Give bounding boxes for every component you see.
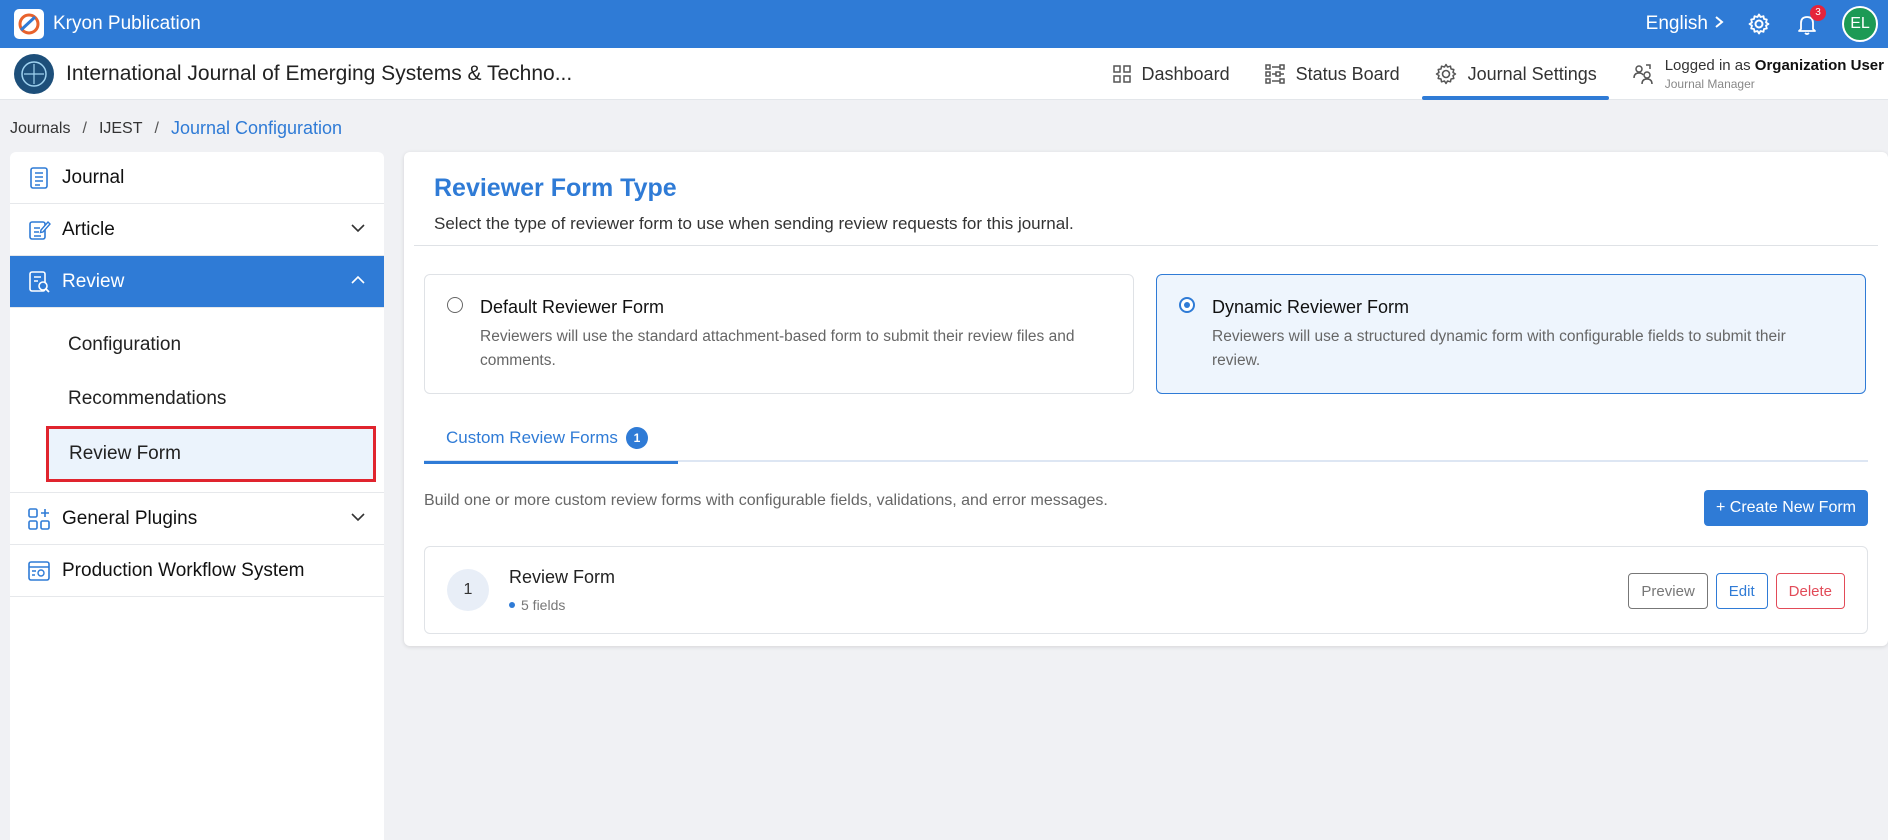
user-role: Journal Manager <box>1664 77 1755 91</box>
nav-status-board[interactable]: Status Board <box>1252 48 1412 100</box>
sidebar-item-article[interactable]: Article <box>10 204 384 256</box>
sidebar-subitem-recommendations[interactable]: Recommendations <box>10 372 384 426</box>
journal-title: International Journal of Emerging System… <box>66 61 573 85</box>
option-title: Dynamic Reviewer Form <box>1212 297 1410 317</box>
user-avatar[interactable]: EL <box>1842 6 1878 42</box>
sidebar-item-production-workflow[interactable]: Production Workflow System <box>10 545 384 597</box>
workflow-settings-icon <box>26 558 52 584</box>
sidebar-item-general-plugins[interactable]: General Plugins <box>10 493 384 545</box>
sidebar-item-label: Article <box>62 218 115 240</box>
user-switch-icon <box>1632 64 1653 85</box>
sidebar-item-label: Production Workflow System <box>62 559 305 581</box>
review-submenu: Configuration Recommendations Review For… <box>10 308 384 493</box>
tab-custom-review-forms[interactable]: Custom Review Forms 1 <box>424 414 678 464</box>
form-fields-label: 5 fields <box>521 597 566 613</box>
tab-count-badge: 1 <box>625 427 648 449</box>
language-label: English <box>1645 13 1708 34</box>
sidebar-subitem-review-form[interactable]: Review Form <box>46 426 376 482</box>
breadcrumb-separator: / <box>82 119 87 137</box>
brand[interactable]: Kryon Publication <box>14 9 201 39</box>
sidebar-item-label: Review <box>62 270 125 292</box>
logged-in-prefix: Logged in as <box>1664 57 1751 74</box>
nav-journal-settings-label: Journal Settings <box>1467 63 1597 84</box>
notification-bell-icon[interactable]: 3 <box>1794 5 1826 37</box>
journal-document-icon <box>26 165 52 191</box>
app-name: Kryon Publication <box>53 13 201 34</box>
settings-gear-icon[interactable] <box>1746 11 1772 37</box>
journal-settings-gear-icon <box>1435 63 1456 85</box>
tabs: Custom Review Forms 1 <box>424 414 1868 464</box>
build-description: Build one or more custom review forms wi… <box>424 492 1108 509</box>
form-field-count: 5 fields <box>509 597 565 613</box>
divider <box>414 245 1878 246</box>
option-default-reviewer-form[interactable]: Default Reviewer Form Reviewers will use… <box>424 274 1134 394</box>
edit-button[interactable]: Edit <box>1715 573 1768 609</box>
delete-button[interactable]: Delete <box>1775 573 1845 609</box>
create-new-form-button[interactable]: + Create New Form <box>1704 490 1868 526</box>
review-document-icon <box>26 269 52 295</box>
plugins-grid-icon <box>26 506 52 532</box>
sidebar-item-label: Journal <box>62 166 125 188</box>
breadcrumb-separator: / <box>154 119 159 137</box>
review-form-row: 1 Review Form 5 fields Preview Edit Dele… <box>424 546 1868 634</box>
breadcrumb: Journals / IJEST / Journal Configuration <box>10 118 342 139</box>
reviewer-form-type-card: Reviewer Form Type Select the type of re… <box>404 152 1888 646</box>
form-number: 1 <box>447 569 489 611</box>
breadcrumb-journals[interactable]: Journals <box>10 120 70 138</box>
sidebar-item-label: General Plugins <box>62 507 198 529</box>
kryon-logo-icon <box>14 9 44 39</box>
nav-journal-settings[interactable]: Journal Settings <box>1421 48 1609 100</box>
option-dynamic-reviewer-form[interactable]: Dynamic Reviewer Form Reviewers will use… <box>1156 274 1866 394</box>
status-board-icon <box>1264 64 1285 84</box>
option-description: Reviewers will use a structured dynamic … <box>1212 328 1786 369</box>
option-description: Reviewers will use the standard attachme… <box>480 328 1075 369</box>
radio-default-reviewer-form[interactable] <box>447 297 463 313</box>
logged-in-info: Logged in as Organization User Journal M… <box>1619 48 1888 100</box>
chevron-right-icon <box>1714 15 1724 34</box>
chevron-down-icon[interactable] <box>350 220 366 242</box>
logged-in-user: Organization User <box>1754 57 1884 74</box>
tab-label: Custom Review Forms <box>446 428 618 447</box>
nav-status-board-label: Status Board <box>1295 63 1400 84</box>
dot-icon <box>509 602 515 608</box>
journal-header: International Journal of Emerging System… <box>0 48 1888 100</box>
sidebar-subitem-configuration[interactable]: Configuration <box>10 318 384 372</box>
chevron-down-icon[interactable] <box>350 509 366 531</box>
nav-dashboard-label: Dashboard <box>1141 63 1230 84</box>
nav-dashboard[interactable]: Dashboard <box>1100 48 1242 100</box>
top-bar: Kryon Publication English 3 EL <box>0 0 1888 48</box>
journal-logo-icon <box>14 53 54 94</box>
breadcrumb-ijest[interactable]: IJEST <box>99 120 143 138</box>
form-name: Review Form <box>509 567 616 587</box>
notification-count-badge: 3 <box>1810 5 1826 21</box>
dashboard-grid-icon <box>1112 65 1131 83</box>
language-selector[interactable]: English <box>1646 13 1724 35</box>
sidebar-item-journal[interactable]: Journal <box>10 152 384 204</box>
section-description: Select the type of reviewer form to use … <box>434 214 1074 233</box>
sidebar: Journal Article Review Configuration Rec… <box>10 152 384 840</box>
sidebar-item-review[interactable]: Review <box>10 256 384 308</box>
breadcrumb-current: Journal Configuration <box>170 118 343 138</box>
article-edit-icon <box>26 217 52 243</box>
preview-button[interactable]: Preview <box>1628 573 1708 609</box>
section-title: Reviewer Form Type <box>434 174 677 202</box>
radio-dynamic-reviewer-form[interactable] <box>1179 297 1195 313</box>
chevron-up-icon[interactable] <box>350 272 366 294</box>
option-title: Default Reviewer Form <box>480 297 665 317</box>
